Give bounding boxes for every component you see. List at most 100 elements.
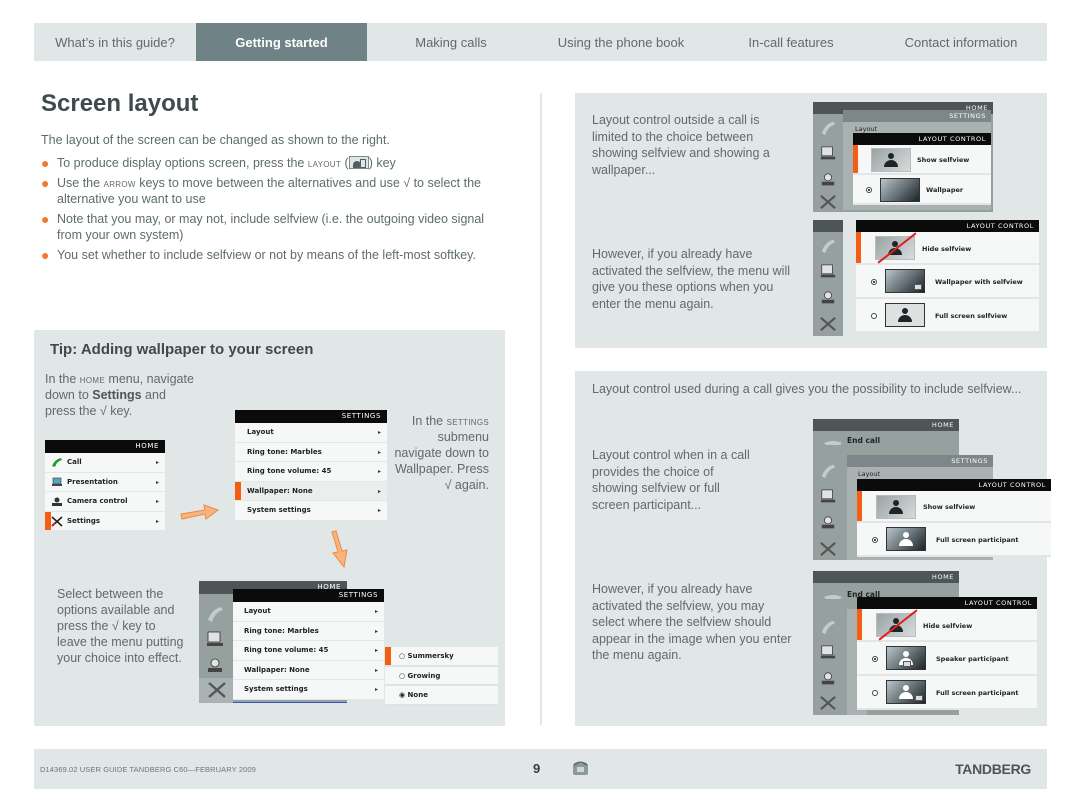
selfview-thumbnail [876, 609, 918, 641]
strike-icon [878, 609, 918, 641]
mini-selfview-icon [914, 284, 922, 290]
bullet-text: ) key [368, 156, 396, 170]
option-label: Wallpaper with selfview [935, 278, 1023, 286]
bullet-text: Note that you may, or may not, include s… [57, 212, 485, 242]
option-label: Full screen selfview [935, 312, 1008, 320]
selfview-thumbnail [885, 303, 925, 327]
bullet-icon: ● [41, 211, 50, 227]
menu-item-label: Wallpaper: None [247, 486, 313, 495]
option-label: Summersky [407, 652, 454, 660]
camera-icon [821, 516, 835, 529]
menu-item-wallpaper: Wallpaper: None ▸ [233, 660, 384, 680]
mini-selfview-icon [903, 661, 911, 667]
menu-header: SETTINGS [843, 110, 991, 122]
phone-icon [208, 607, 223, 622]
menu-item-layout: Layout [858, 470, 881, 478]
option-full-screen-participant: Full screen participant [857, 676, 1037, 710]
text: submenu navigate down to Wallpaper. Pres… [394, 430, 489, 492]
layout-control-mock-3: HOME End call SETTINGS Layout LAYOUT CON… [813, 419, 1051, 560]
tools-icon [820, 194, 836, 210]
intro-text: The layout of the screen can be changed … [41, 133, 390, 147]
menu-item-label: Ring tone: Marbles [244, 626, 319, 635]
tab-getting-started[interactable]: Getting started [196, 23, 367, 61]
option-label: Full screen participant [936, 536, 1019, 544]
tab-whats-in-this-guide[interactable]: What’s in this guide? [34, 23, 196, 61]
key-name: layout [307, 156, 342, 170]
menu-item-label: Wallpaper: None [244, 665, 310, 674]
tab-using-the-phone-book[interactable]: Using the phone book [535, 23, 707, 61]
option-wallpaper-with-selfview: Wallpaper with selfview [856, 265, 1039, 299]
option-none: ◉ None [385, 686, 498, 706]
key-name: home [79, 372, 105, 386]
layout-control-menu: LAYOUT CONTROL Hide selfview Speaker par… [857, 597, 1037, 710]
page-footer: D14369.02 USER GUIDE TANDBERG C60—FEBRUA… [34, 749, 1047, 789]
phone-icon [821, 464, 836, 479]
menu-header: LAYOUT CONTROL [857, 597, 1037, 609]
tab-making-calls[interactable]: Making calls [367, 23, 535, 61]
menu-item-camera-control: Camera control ▸ [45, 492, 165, 512]
option-full-screen-selfview: Full screen selfview [856, 299, 1039, 333]
chevron-right-icon: ▸ [155, 498, 159, 505]
menu-item-label: Presentation [67, 477, 118, 486]
option-label: None [407, 691, 428, 699]
menu-item-label: Layout [244, 607, 271, 615]
option-summersky: ○ Summersky [385, 647, 498, 667]
text-bold: Settings [92, 388, 142, 402]
top-navigation: What’s in this guide? Getting started Ma… [34, 23, 1047, 61]
radio-selected-icon [866, 187, 872, 193]
menu-item-presentation: Presentation ▸ [45, 472, 165, 492]
camera-icon [52, 497, 62, 506]
tab-in-call-features[interactable]: In-call features [707, 23, 875, 61]
option-show-selfview: Show selfview [857, 491, 1051, 523]
during-call-text: Layout control used during a call gives … [592, 382, 1022, 396]
layout-outside-call-panel: Layout control outside a call is limited… [575, 93, 1047, 348]
chevron-right-icon: ▸ [374, 666, 378, 674]
tab-contact-information[interactable]: Contact information [875, 23, 1047, 61]
bullet-icon: ● [41, 155, 50, 171]
end-call-label: End call [847, 436, 881, 445]
option-label: Show selfview [923, 503, 976, 511]
radio-selected-icon [872, 537, 878, 543]
chevron-right-icon: ▸ [374, 627, 378, 635]
menu-item-layout: Layout [855, 125, 878, 133]
page-title: Screen layout [41, 90, 199, 117]
chevron-right-icon: ▸ [155, 517, 159, 525]
list-item: ● Note that you may, or may not, include… [41, 211, 501, 243]
person-icon [884, 153, 898, 169]
selfview-position-text: However, if you already have activated t… [592, 582, 792, 662]
wallpaper-thumbnail [885, 269, 925, 293]
in-call-choice-text: Layout control when in a call provides t… [592, 448, 750, 512]
list-item: ● Use the arrow keys to move between the… [41, 175, 501, 207]
wallpaper-thumbnail [880, 178, 920, 202]
menu-item-system-settings: System settings ▸ [233, 680, 384, 700]
camera-icon [821, 291, 835, 304]
chevron-right-icon: ▸ [155, 478, 159, 486]
option-wallpaper: Wallpaper [853, 175, 991, 205]
text: In the [45, 372, 80, 386]
settings-submenu: SETTINGS Layout ▸ Ring tone: Marbles ▸ Rin… [233, 589, 384, 700]
speaker-thumbnail [886, 646, 926, 670]
tip-step3-text: Select between the options available and… [57, 587, 184, 665]
participant-thumbnail [886, 527, 926, 551]
list-item: ● To produce display options screen, pre… [41, 155, 396, 171]
selfview-thumbnail [875, 232, 917, 264]
menu-item-call: Call ▸ [45, 453, 165, 473]
phone-icon [821, 239, 836, 254]
menu-item-layout: Layout ▸ [235, 423, 387, 443]
bullet-text: To produce display options screen, press… [57, 156, 308, 170]
mini-selfview-icon [915, 695, 923, 701]
page-number: 9 [533, 761, 541, 776]
tip-panel: Tip: Adding wallpaper to your screen In … [34, 330, 505, 726]
camera-icon [821, 672, 835, 685]
laptop-icon [207, 631, 223, 646]
menu-header: LAYOUT CONTROL [857, 479, 1051, 491]
option-full-screen-participant: Full screen participant [857, 523, 1051, 557]
laptop-icon [820, 489, 836, 503]
radio-icon [871, 313, 877, 319]
tools-icon [820, 695, 836, 711]
menu-header [813, 220, 843, 232]
tip-step2-text: In the settings submenu navigate down to… [389, 413, 489, 493]
option-label: Show selfview [917, 156, 970, 164]
camera-icon [208, 658, 222, 672]
menu-item-layout: Layout ▸ [233, 602, 384, 622]
